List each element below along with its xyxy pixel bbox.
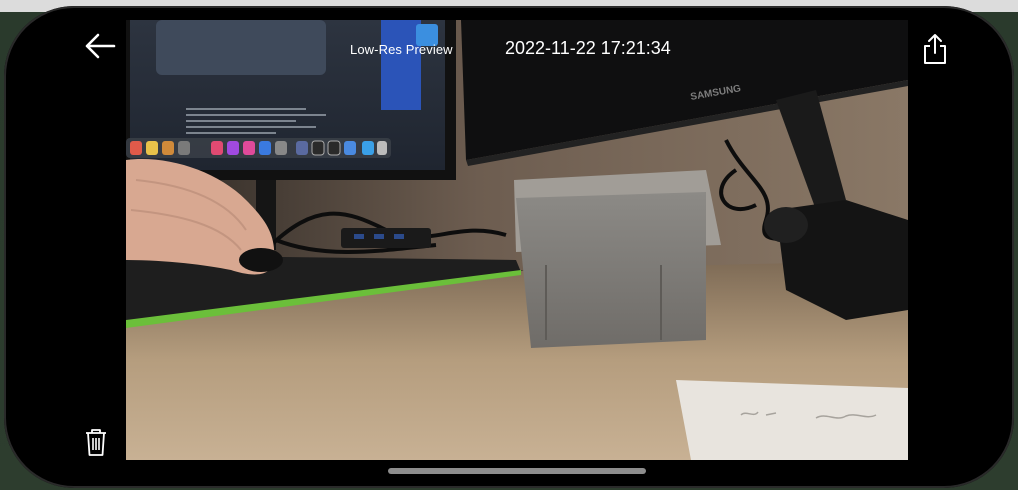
preview-title: Low-Res Preview <box>350 42 453 57</box>
share-button[interactable] <box>914 28 956 70</box>
device-screen: SAMSUNG Low-Res Preview 2022-11-22 17:21… <box>0 0 1018 490</box>
back-button[interactable] <box>80 26 120 66</box>
trash-icon <box>86 429 106 456</box>
photo-timestamp: 2022-11-22 17:21:34 <box>505 38 671 58</box>
photo-preview[interactable]: SAMSUNG <box>126 20 908 460</box>
arrow-left-icon <box>85 33 116 59</box>
home-indicator[interactable] <box>388 468 646 474</box>
share-icon <box>924 34 946 64</box>
delete-button[interactable] <box>78 422 114 462</box>
photo-scene: SAMSUNG <box>126 20 908 460</box>
